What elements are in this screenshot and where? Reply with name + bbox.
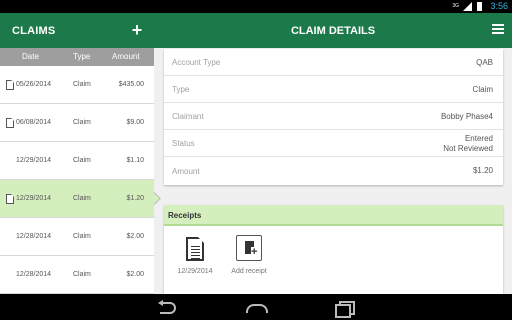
detail-value: Claim <box>472 84 493 94</box>
claim-row[interactable]: 12/29/2014 Claim $1.10 <box>0 142 154 180</box>
detail-row: Status Entered Not Reviewed <box>164 130 503 157</box>
claims-list: 05/26/2014 Claim $435.00 06/08/2014 Claim $9.… <box>0 66 161 294</box>
back-icon[interactable] <box>158 300 182 314</box>
claim-amount: $9.00 <box>126 119 144 126</box>
detail-label: Type <box>172 85 190 94</box>
claims-column-header: Date Type Amount <box>0 48 154 66</box>
claim-type: Claim <box>73 81 91 88</box>
receipts-card: Receipts 12/29/2014 + Add receipt <box>164 205 503 294</box>
column-date[interactable]: Date <box>22 52 39 61</box>
document-icon <box>6 194 14 204</box>
claims-panel: CLAIMS + Date Type Amount 05/26/2014 Clai… <box>0 13 161 294</box>
add-receipt-label: Add receipt <box>231 268 267 275</box>
claim-date: 12/28/2014 <box>16 271 52 278</box>
detail-row: Type Claim <box>164 76 503 103</box>
claim-type: Claim <box>73 271 91 278</box>
claim-type: Claim <box>73 233 91 240</box>
claim-amount: $1.10 <box>126 157 144 164</box>
detail-label: Account Type <box>172 58 221 67</box>
selection-arrow <box>148 192 161 205</box>
document-icon <box>186 237 204 261</box>
home-icon[interactable] <box>244 300 268 314</box>
claim-row[interactable]: 06/08/2014 Claim $9.00 <box>0 104 154 142</box>
detail-row: Claimant Bobby Phase4 <box>164 103 503 130</box>
battery-icon <box>477 1 482 11</box>
claim-amount: $2.00 <box>126 233 144 240</box>
detail-value-secondary: Not Reviewed <box>443 143 493 153</box>
claim-type: Claim <box>73 119 91 126</box>
receipt-date: 12/29/2014 <box>177 268 213 275</box>
claim-amount: $1.20 <box>126 195 144 202</box>
receipts-heading: Receipts <box>168 211 202 220</box>
claim-type: Claim <box>73 157 91 164</box>
claims-header: CLAIMS + <box>0 13 154 48</box>
document-icon <box>6 118 14 128</box>
claim-date: 05/26/2014 <box>16 81 52 88</box>
detail-row: Account Type QAB <box>164 49 503 76</box>
detail-row: Amount $1.20 <box>164 157 503 185</box>
detail-value: $1.20 <box>472 166 493 175</box>
claim-date: 12/28/2014 <box>16 233 52 240</box>
claim-row[interactable]: 12/28/2014 Claim $2.00 <box>0 218 154 256</box>
column-amount[interactable]: Amount <box>112 52 140 61</box>
claim-amount: $435.00 <box>118 81 144 88</box>
claim-details-card: Account Type QAB Type Claim Claimant Bobby Ph… <box>164 49 503 185</box>
add-receipt-button[interactable]: + Add receipt <box>222 235 276 283</box>
claim-date: 12/29/2014 <box>16 195 52 202</box>
claims-title: CLAIMS <box>12 25 56 37</box>
navigation-bar <box>0 294 512 320</box>
status-icons: 3G <box>452 1 482 11</box>
claim-type: Claim <box>73 195 91 202</box>
claim-row[interactable]: 12/29/2014 Claim $1.20 <box>0 180 161 218</box>
add-claim-button[interactable]: + <box>126 18 148 42</box>
network-label: 3G <box>452 3 459 9</box>
detail-label: Amount <box>172 166 200 176</box>
receipt-item[interactable]: 12/29/2014 <box>168 235 222 283</box>
signal-icon <box>462 1 472 11</box>
add-receipt-icon: + <box>236 235 262 261</box>
menu-icon[interactable] <box>492 24 504 36</box>
status-clock: 3:56 <box>490 1 508 11</box>
detail-value: QAB <box>476 57 493 67</box>
detail-header: CLAIM DETAILS <box>154 13 512 48</box>
detail-label: Status <box>172 139 195 148</box>
recent-apps-icon[interactable] <box>332 300 356 318</box>
detail-label: Claimant <box>172 112 204 121</box>
detail-value: Entered <box>464 133 493 143</box>
claim-date: 12/29/2014 <box>16 157 52 164</box>
app: CLAIMS + Date Type Amount 05/26/2014 Clai… <box>0 13 512 294</box>
claim-amount: $2.00 <box>126 271 144 278</box>
detail-value: Bobby Phase4 <box>440 111 493 121</box>
status-bar: 3G 3:56 <box>0 0 512 13</box>
claim-row[interactable]: 05/26/2014 Claim $435.00 <box>0 66 154 104</box>
claim-row[interactable]: 12/28/2014 Claim $2.00 <box>0 256 154 294</box>
detail-title: CLAIM DETAILS <box>290 25 376 37</box>
document-icon <box>6 80 14 90</box>
column-type[interactable]: Type <box>73 52 90 61</box>
claim-date: 06/08/2014 <box>16 119 52 126</box>
receipts-header: Receipts <box>164 205 503 226</box>
